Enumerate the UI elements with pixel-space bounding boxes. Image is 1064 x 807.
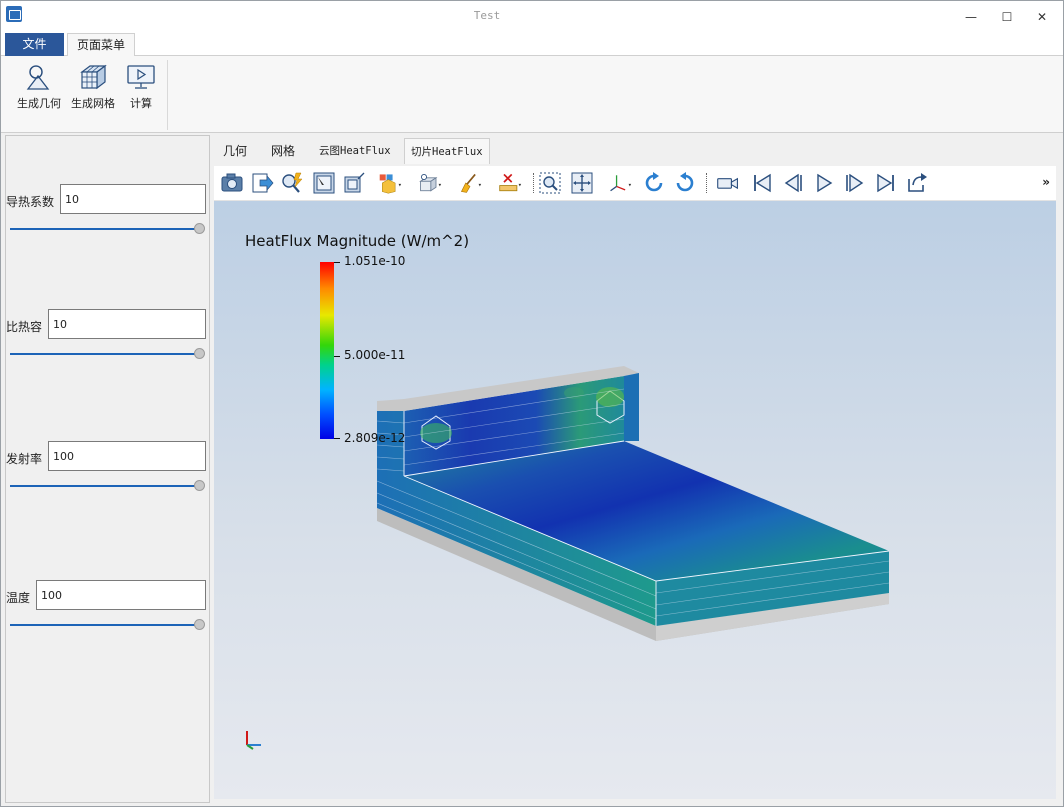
title-bar: Test — ☐ ✕ [1, 1, 1063, 32]
next-frame-icon[interactable] [843, 171, 867, 195]
specific-heat-slider[interactable] [10, 353, 198, 355]
color-scale-tick [334, 356, 340, 357]
record-video-icon[interactable] [716, 171, 740, 195]
camera-icon[interactable] [220, 171, 244, 195]
generate-mesh-label: 生成网格 [71, 97, 115, 110]
tab-file[interactable]: 文件 [5, 33, 64, 56]
ruler-delete-icon[interactable] [498, 171, 522, 195]
thermal-conductivity-slider[interactable] [10, 228, 198, 230]
specific-heat-input[interactable]: 10 [48, 309, 206, 339]
zoom-to-box-icon[interactable] [538, 171, 562, 195]
color-scale-mid-label: 5.000e-11 [344, 348, 406, 362]
thermal-conductivity-input[interactable]: 10 [60, 184, 206, 214]
compute-icon [127, 65, 155, 89]
play-icon[interactable] [812, 171, 836, 195]
compute-label: 计算 [130, 97, 152, 110]
axes-orient-icon[interactable] [608, 171, 632, 195]
color-map-icon[interactable] [378, 171, 402, 195]
window-title: Test [473, 9, 501, 22]
color-scale-max-label: 1.051e-10 [344, 254, 406, 268]
ribbon-tab-bar: 文件 页面菜单 [1, 32, 1063, 56]
temperature-input[interactable]: 100 [36, 580, 206, 610]
specific-heat-slider-thumb[interactable] [194, 348, 205, 359]
select-box-icon[interactable] [342, 171, 366, 195]
loop-icon[interactable] [905, 171, 929, 195]
color-scale-tick [334, 438, 340, 439]
temperature-slider-thumb[interactable] [194, 619, 205, 630]
ribbon-group-divider [167, 60, 168, 130]
thermal-conductivity-slider-thumb[interactable] [194, 223, 205, 234]
rotate-ccw-icon[interactable] [673, 171, 697, 195]
close-button[interactable]: ✕ [1019, 1, 1064, 32]
toolbar-overflow-button[interactable]: » [1042, 175, 1050, 189]
emissivity-slider[interactable] [10, 485, 198, 487]
tab-page-menu[interactable]: 页面菜单 [67, 33, 135, 56]
emissivity-slider-thumb[interactable] [194, 480, 205, 491]
param-label-temperature: 温度 [6, 591, 31, 605]
tab-mesh[interactable]: 网格 [265, 138, 301, 164]
viewer-toolbar: » [214, 166, 1056, 201]
param-label-thermal-conductivity: 导热系数 [6, 195, 55, 209]
first-frame-icon[interactable] [750, 171, 774, 195]
parameter-panel: 导热系数 10 比热容 10 发射率 100 温度 100 [5, 135, 210, 803]
geometry-icon [26, 65, 50, 90]
query-icon[interactable] [280, 171, 304, 195]
orientation-axes-icon [246, 731, 261, 750]
reset-view-icon[interactable] [570, 171, 594, 195]
legend-title: HeatFlux Magnitude (W/m^2) [245, 232, 470, 250]
last-frame-icon[interactable] [874, 171, 898, 195]
temperature-slider[interactable] [10, 624, 198, 626]
toolbar-separator [706, 173, 707, 193]
color-scale-bar [320, 262, 334, 439]
generate-mesh-button[interactable]: 生成网格 [67, 62, 119, 114]
tab-geometry[interactable]: 几何 [217, 138, 253, 164]
viewer-tab-bar: 几何 网格 云图HeatFlux 切片HeatFlux [213, 136, 1059, 164]
export-icon[interactable] [250, 171, 274, 195]
toolbar-separator [533, 173, 534, 193]
heatflux-slice-render [376, 366, 890, 641]
color-scale-min-label: 2.809e-12 [344, 431, 406, 445]
display-mode-icon[interactable] [418, 171, 442, 195]
emissivity-input[interactable]: 100 [48, 441, 206, 471]
render-viewport[interactable]: HeatFlux Magnitude (W/m^2) 1.051e-10 5.0… [214, 201, 1056, 799]
generate-geometry-button[interactable]: 生成几何 [13, 62, 65, 114]
clear-brush-icon[interactable] [458, 171, 482, 195]
tab-slice-heatflux[interactable]: 切片HeatFlux [404, 138, 490, 164]
compute-button[interactable]: 计算 [115, 62, 167, 114]
ribbon-panel: 生成几何 生成网格 计算 [1, 56, 1063, 133]
param-label-specific-heat: 比热容 [6, 320, 43, 334]
prev-frame-icon[interactable] [781, 171, 805, 195]
select-surface-icon[interactable] [312, 171, 336, 195]
tab-contour-heatflux[interactable]: 云图HeatFlux [313, 138, 397, 164]
param-label-emissivity: 发射率 [6, 452, 43, 466]
mesh-icon [80, 64, 107, 90]
generate-geometry-label: 生成几何 [17, 97, 61, 110]
app-window: Test — ☐ ✕ 文件 页面菜单 生成几何 生成网格 计算 导热系数 10 … [0, 0, 1064, 807]
rotate-cw-icon[interactable] [642, 171, 666, 195]
color-scale-tick [334, 262, 340, 263]
